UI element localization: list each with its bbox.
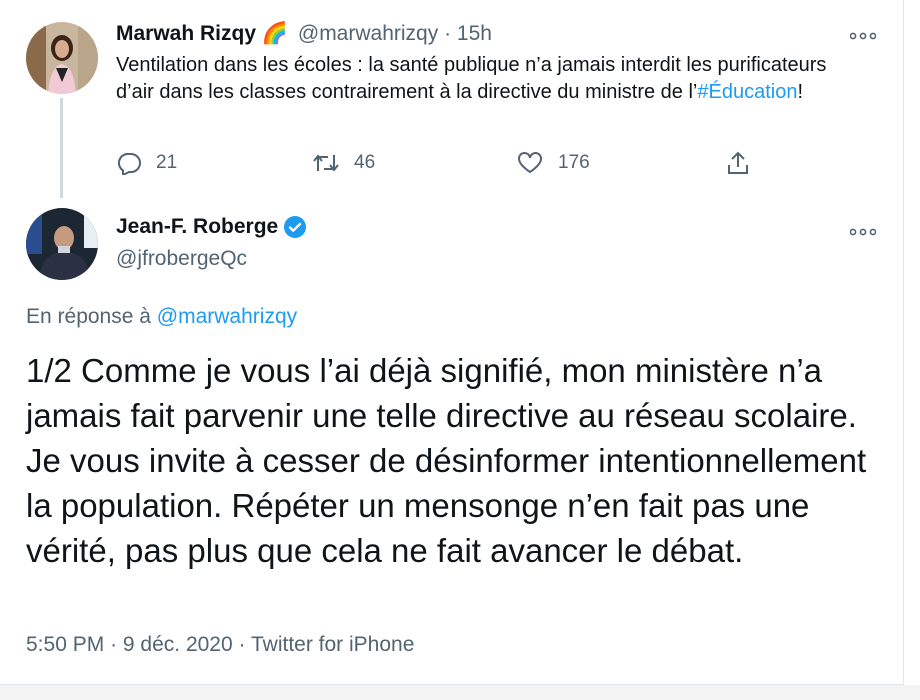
tweet-time[interactable]: 15h (457, 22, 492, 45)
like-count: 176 (558, 152, 590, 173)
author-name-roberge[interactable]: Jean-F. Roberge (116, 215, 307, 239)
separator-dot: · (110, 633, 118, 656)
tweet-thread: Marwah Rizqy 🌈 @marwahrizqy · 15h Ventil… (0, 0, 920, 700)
verified-badge-icon (284, 216, 307, 238)
retweet-button[interactable]: 46 (312, 151, 375, 175)
tweet-metadata: 5:50 PM · 9 déc. 2020 · Twitter for iPho… (26, 633, 414, 657)
tweet-actions: 21 46 176 (0, 148, 903, 178)
like-button[interactable]: 176 (516, 151, 590, 175)
avatar-roberge[interactable] (26, 208, 98, 280)
bottom-strip (0, 685, 920, 700)
tweet-source[interactable]: Twitter for iPhone (251, 633, 414, 656)
heart-icon (518, 152, 542, 174)
author-handle-roberge[interactable]: @jfrobergeQc (116, 247, 247, 271)
retweet-icon (313, 154, 339, 172)
reply-count: 21 (156, 152, 178, 173)
reply-icon (117, 153, 141, 175)
reply-prefix: En réponse à (26, 305, 151, 328)
rainbow-emoji: 🌈 (261, 22, 289, 45)
author-name[interactable]: Marwah Rizqy 🌈 @marwahrizqy · 15h (116, 22, 492, 46)
avatar-marwah[interactable] (26, 22, 98, 94)
tweet-text: Ventilation dans les écoles : la santé p… (116, 52, 856, 106)
right-border (903, 0, 904, 700)
share-icon (728, 151, 748, 174)
share-button[interactable] (726, 150, 764, 176)
main-tweet-text: 1/2 Comme je vous l’ai déjà signifié, mo… (26, 352, 867, 569)
retweet-count: 46 (354, 152, 376, 173)
reply-to-link[interactable]: @marwahrizqy (157, 305, 297, 328)
author-name-roberge-text[interactable]: Jean-F. Roberge (116, 215, 278, 239)
author-name-text[interactable]: Marwah Rizqy (116, 22, 256, 45)
separator-dot: · (444, 22, 452, 45)
reply-button[interactable]: 21 (116, 151, 177, 175)
more-options-icon[interactable] (849, 220, 877, 241)
hashtag-link[interactable]: #Éducation (697, 81, 797, 103)
tweet-text-end: ! (797, 81, 804, 103)
tweet-date[interactable]: 9 déc. 2020 (123, 633, 233, 656)
separator-dot: · (238, 633, 246, 656)
more-options-icon[interactable] (849, 24, 877, 45)
reply-context: En réponse à @marwahrizqy (26, 305, 297, 329)
author-handle[interactable]: @marwahrizqy (298, 22, 438, 45)
tweet-time[interactable]: 5:50 PM (26, 633, 104, 656)
